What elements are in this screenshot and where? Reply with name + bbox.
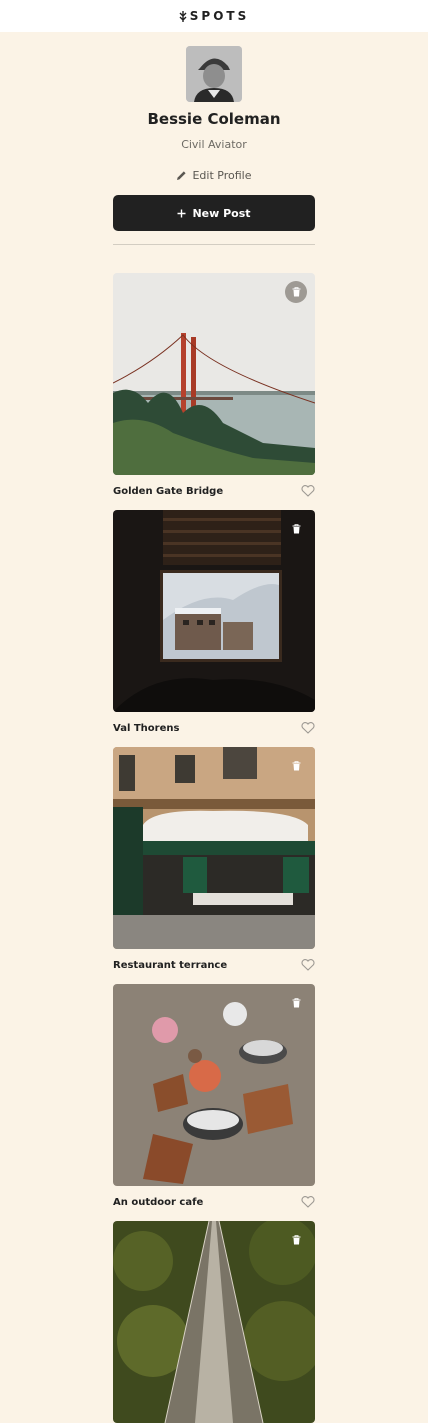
card-title: Golden Gate Bridge	[113, 485, 224, 497]
card-image[interactable]	[113, 984, 315, 1186]
plus-icon	[177, 209, 186, 217]
delete-button[interactable]	[285, 281, 307, 303]
card: Restaurant terrance	[113, 747, 315, 972]
card: Val Thorens	[113, 510, 315, 735]
card-image[interactable]	[113, 747, 315, 949]
new-post-label: New Post	[192, 206, 251, 220]
card-image[interactable]	[113, 273, 315, 475]
trash-icon	[292, 761, 300, 771]
trash-icon	[292, 287, 300, 297]
card: Golden Gate Bridge	[113, 273, 315, 498]
card-title: Restaurant terrance	[113, 959, 228, 971]
delete-button[interactable]	[285, 992, 307, 1014]
card-image[interactable]	[113, 510, 315, 712]
heart-icon	[301, 959, 315, 971]
delete-button[interactable]	[285, 518, 307, 540]
like-button[interactable]	[301, 1196, 315, 1208]
header: SPOTS	[0, 0, 428, 32]
like-button[interactable]	[301, 959, 315, 971]
delete-button[interactable]	[285, 1229, 307, 1251]
like-button[interactable]	[301, 722, 315, 734]
card: An outdoor cafe	[113, 984, 315, 1209]
trash-icon	[292, 524, 300, 534]
card-caption: Golden Gate Bridge	[113, 484, 315, 498]
edit-profile-button[interactable]: Edit Profile	[176, 169, 252, 182]
pencil-icon	[177, 171, 187, 180]
divider	[113, 244, 315, 245]
logo-text: SPOTS	[189, 9, 250, 23]
heart-icon	[301, 722, 315, 734]
trash-icon	[292, 1235, 300, 1245]
spots-logo-icon	[179, 10, 187, 22]
trash-icon	[292, 998, 300, 1008]
card-image[interactable]	[113, 1221, 315, 1423]
profile-section: Bessie Coleman Civil Aviator Edit Profil…	[0, 32, 428, 245]
card-caption: Restaurant terrance	[113, 958, 315, 972]
like-button[interactable]	[301, 485, 315, 497]
profile-description: Civil Aviator	[181, 138, 247, 151]
avatar	[186, 46, 242, 102]
card-list: Golden Gate Bridge Val Thorens Restauran…	[113, 273, 315, 1423]
new-post-button[interactable]: New Post	[113, 195, 315, 231]
card-caption: Val Thorens	[113, 721, 315, 735]
delete-button[interactable]	[285, 755, 307, 777]
logo[interactable]: SPOTS	[179, 9, 249, 23]
card	[113, 1221, 315, 1423]
profile-name: Bessie Coleman	[147, 110, 281, 128]
edit-profile-label: Edit Profile	[192, 169, 252, 182]
heart-icon	[301, 1196, 315, 1208]
card-title: An outdoor cafe	[113, 1196, 204, 1208]
card-caption: An outdoor cafe	[113, 1195, 315, 1209]
card-title: Val Thorens	[113, 722, 180, 734]
heart-icon	[301, 485, 315, 497]
